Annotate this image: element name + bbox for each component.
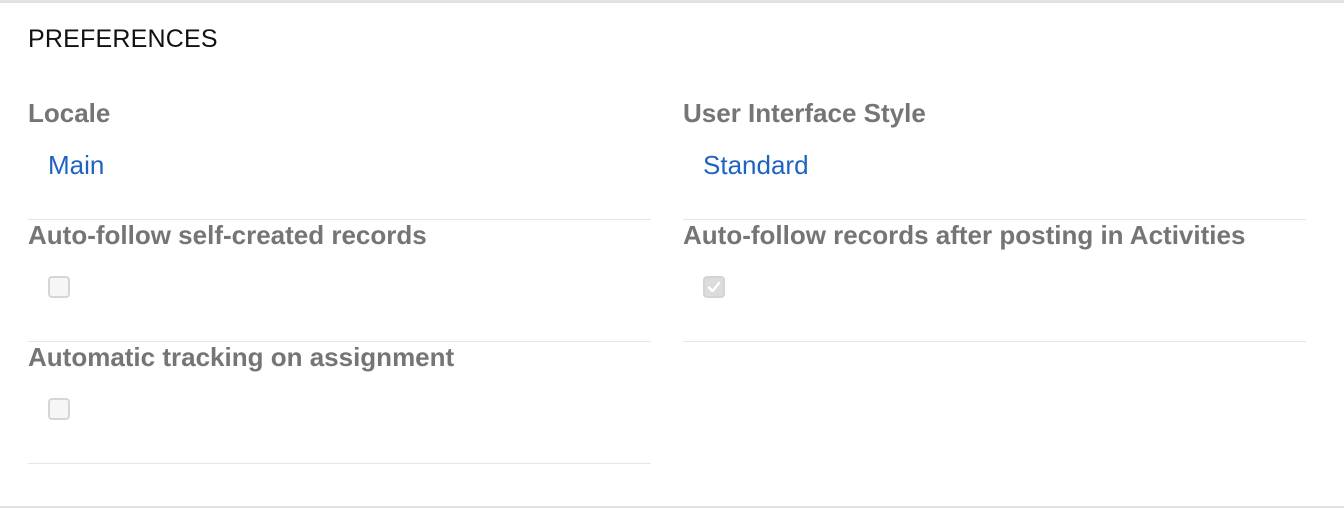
ui-style-field: User Interface Style Standard: [683, 98, 1306, 220]
auto-follow-activities-field: Auto-follow records after posting in Act…: [683, 220, 1306, 342]
auto-follow-self-created-label: Auto-follow self-created records: [28, 220, 427, 250]
automatic-tracking-checkbox[interactable]: [48, 398, 70, 420]
auto-follow-self-created-field: Auto-follow self-created records: [28, 220, 651, 342]
locale-field: Locale Main: [28, 98, 651, 220]
ui-style-value-link[interactable]: Standard: [703, 150, 809, 181]
automatic-tracking-field: Automatic tracking on assignment: [28, 342, 651, 464]
check-icon: [707, 281, 721, 293]
section-title: PREFERENCES: [28, 25, 218, 53]
locale-label: Locale: [28, 98, 111, 128]
auto-follow-self-created-checkbox[interactable]: [48, 276, 70, 298]
preferences-panel: PREFERENCES Locale Main User Interface S…: [0, 0, 1344, 508]
auto-follow-activities-label: Auto-follow records after posting in Act…: [683, 220, 1246, 250]
automatic-tracking-label: Automatic tracking on assignment: [28, 342, 455, 372]
ui-style-label: User Interface Style: [683, 98, 926, 128]
locale-value-link[interactable]: Main: [48, 150, 104, 181]
auto-follow-activities-checkbox[interactable]: [703, 276, 725, 298]
